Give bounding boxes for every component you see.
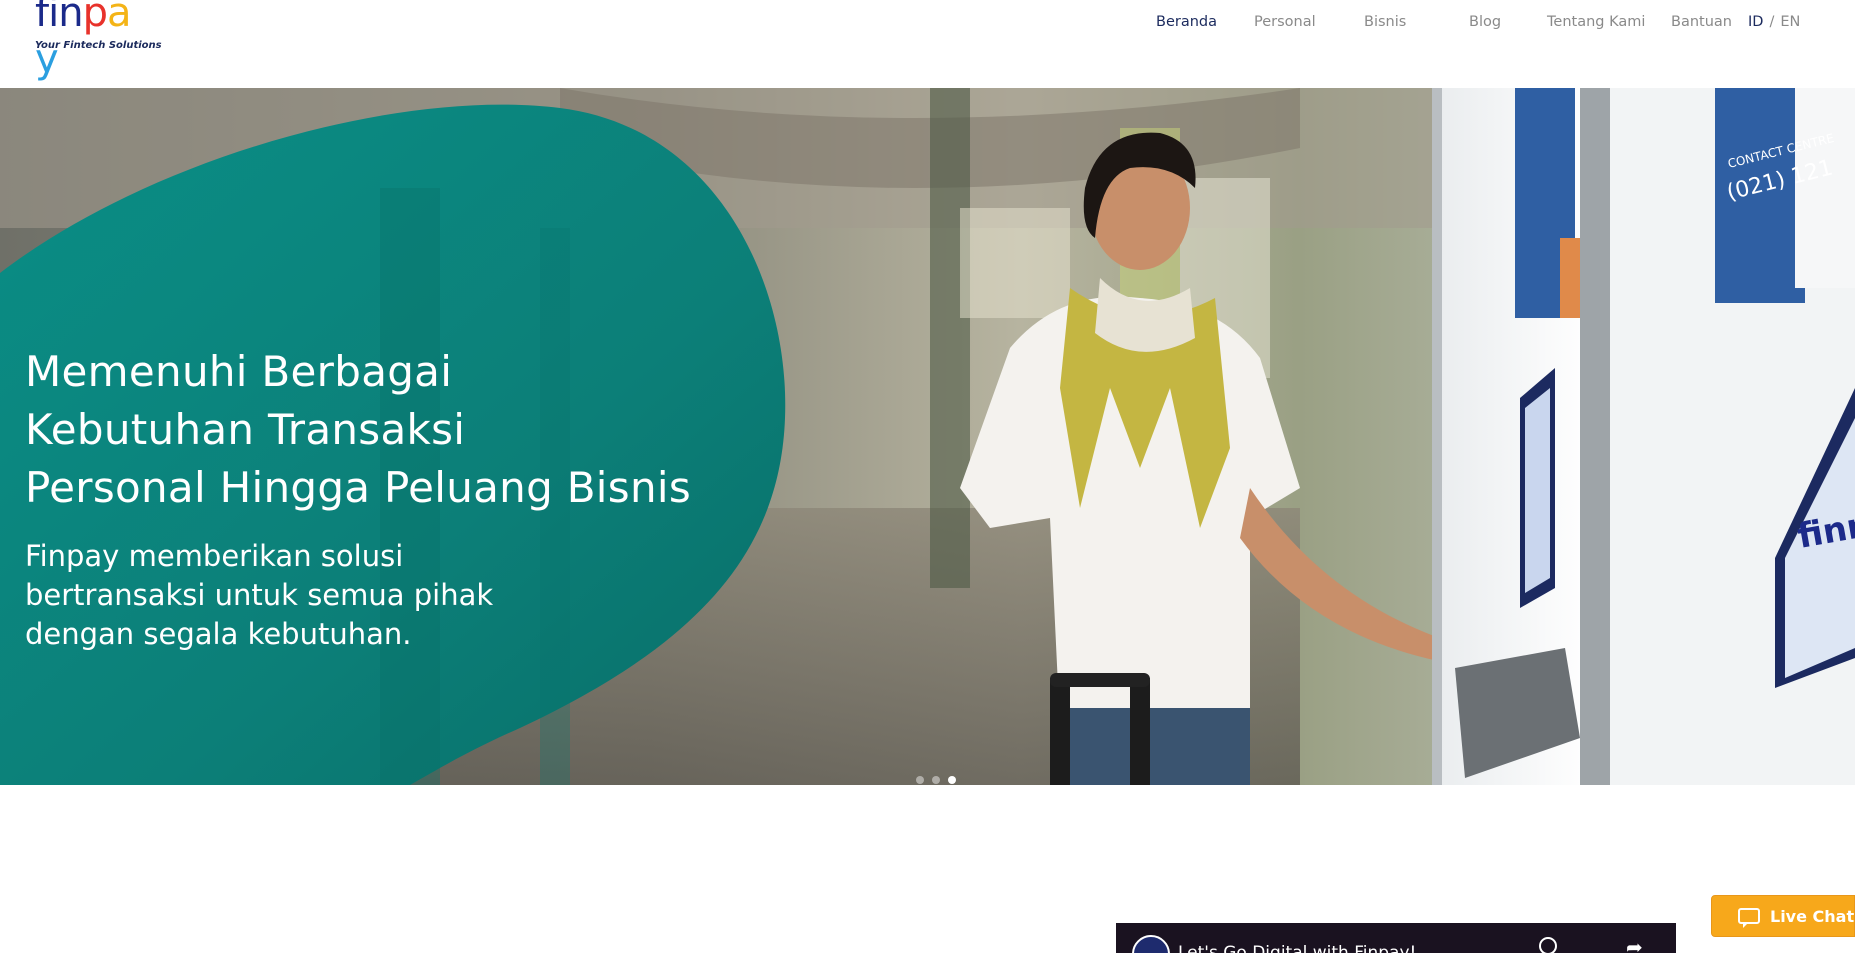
chat-bubble-icon — [1738, 908, 1760, 928]
hero-title-line: Personal Hingga Peluang Bisnis — [25, 463, 692, 512]
hero-title-line: Memenuhi Berbagai — [25, 347, 453, 396]
lang-en-link[interactable]: EN — [1780, 14, 1800, 30]
lang-separator: / — [1769, 14, 1775, 30]
share-icon[interactable]: ➦ — [1626, 935, 1643, 953]
hero-subtitle: Finpay memberikan solusi bertransaksi un… — [25, 537, 545, 654]
video-embed[interactable]: Let's Go Digital with Finpay! ➦ — [1116, 923, 1676, 953]
finpay-logo[interactable]: finpay Your Fintech Solutions — [35, 0, 162, 82]
carousel-dot-1[interactable] — [916, 776, 924, 784]
nav-item-tentang-kami[interactable]: Tentang Kami — [1547, 14, 1645, 30]
channel-logo-icon[interactable] — [1132, 935, 1170, 953]
live-chat-label: Live Chat — [1770, 907, 1855, 926]
hero-subtitle-line: bertransaksi untuk semua pihak — [25, 578, 494, 612]
hero-subtitle-line: dengan segala kebutuhan. — [25, 617, 412, 651]
hero-subtitle-line: Finpay memberikan solusi — [25, 539, 404, 573]
carousel-dot-2[interactable] — [932, 776, 940, 784]
hero-text-block: Memenuhi Berbagai Kebutuhan Transaksi Pe… — [25, 343, 691, 654]
video-title[interactable]: Let's Go Digital with Finpay! — [1178, 943, 1416, 953]
hero-title: Memenuhi Berbagai Kebutuhan Transaksi Pe… — [25, 343, 691, 517]
clock-icon[interactable] — [1539, 937, 1557, 953]
logo-tagline: Your Fintech Solutions — [35, 40, 162, 51]
nav-item-bantuan[interactable]: Bantuan — [1671, 14, 1732, 30]
nav-item-beranda[interactable]: Beranda — [1156, 14, 1217, 30]
carousel-dot-3[interactable] — [948, 776, 956, 784]
hero-banner: CONTACT CENTRE (021) 121 finne Memenuhi … — [0, 88, 1855, 785]
site-header: finpay Your Fintech Solutions Beranda Pe… — [0, 0, 1855, 88]
lang-id-link[interactable]: ID — [1748, 14, 1763, 30]
hero-title-line: Kebutuhan Transaksi — [25, 405, 466, 454]
live-chat-button[interactable]: Live Chat — [1711, 895, 1855, 937]
nav-item-personal[interactable]: Personal — [1254, 14, 1316, 30]
language-switcher: ID / EN — [1748, 14, 1800, 30]
nav-item-bisnis[interactable]: Bisnis — [1364, 14, 1406, 30]
nav-item-blog[interactable]: Blog — [1469, 14, 1501, 30]
